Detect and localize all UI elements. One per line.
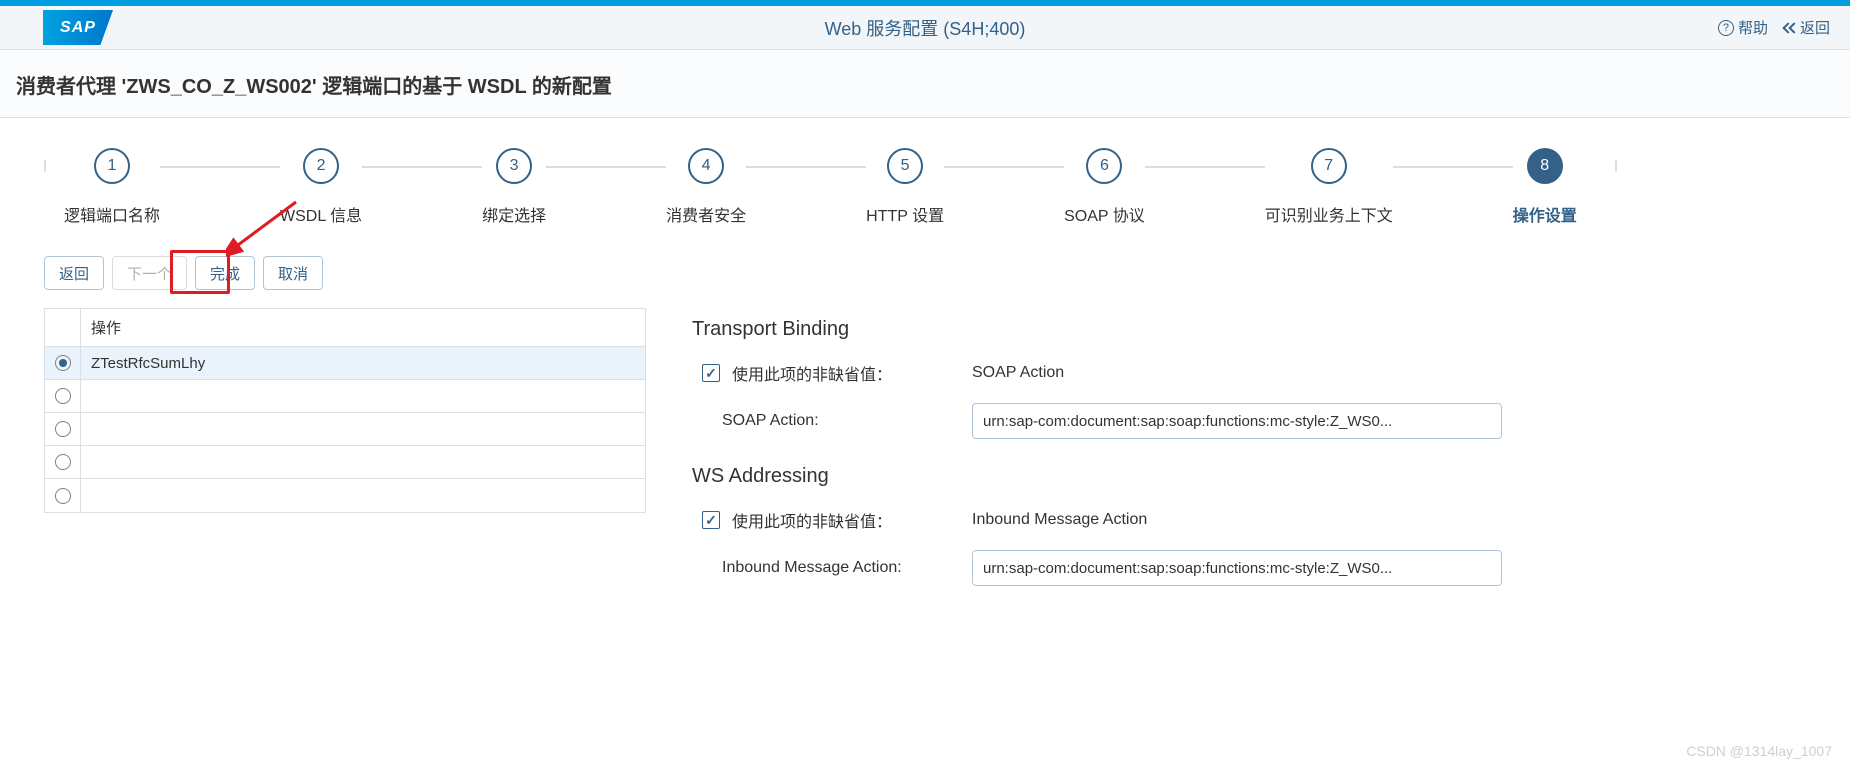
wizard-step-label: 操作设置 (1513, 202, 1577, 226)
inbound-action-input[interactable]: urn:sap-com:document:sap:soap:functions:… (972, 550, 1502, 586)
wizard-step-label: 可识别业务上下文 (1265, 202, 1393, 226)
wizard-step-2[interactable]: 2 WSDL 信息 (280, 148, 362, 226)
content-area: 操作 ZTestRfcSumLhy (0, 308, 1850, 634)
soap-action-input[interactable]: urn:sap-com:document:sap:soap:functions:… (972, 403, 1502, 439)
wizard-step-8[interactable]: 8 操作设置 (1513, 148, 1577, 226)
sap-logo: SAP (43, 10, 113, 45)
table-row[interactable] (45, 380, 645, 413)
wizard-step-label: 逻辑端口名称 (64, 202, 160, 226)
radio-icon[interactable] (55, 488, 71, 504)
operations-table: 操作 ZTestRfcSumLhy (44, 308, 646, 513)
settings-panel: Transport Binding ✓ 使用此项的非缺省值： SOAP Acti… (692, 308, 1806, 604)
wizard-step-3[interactable]: 3 绑定选择 (482, 148, 546, 226)
table-row[interactable]: ZTestRfcSumLhy (45, 347, 645, 380)
back-label: 返回 (1800, 17, 1830, 38)
next-button: 下一个 (112, 256, 187, 290)
finish-button[interactable]: 完成 (195, 256, 255, 290)
shell-title: Web 服务配置 (S4H;400) (0, 15, 1850, 41)
wizard-button-row: 返回 下一个 完成 取消 (0, 246, 1850, 308)
wizard-progress: 1 逻辑端口名称 2 WSDL 信息 3 绑定选择 4 消费者安全 5 HTTP… (0, 118, 1850, 246)
help-label: 帮助 (1738, 17, 1768, 38)
column-header-operation: 操作 (81, 309, 645, 346)
wizard-step-number: 3 (496, 148, 532, 184)
radio-icon[interactable] (55, 388, 71, 404)
wizard-step-6[interactable]: 6 SOAP 协议 (1064, 148, 1145, 226)
wizard-step-number: 4 (688, 148, 724, 184)
back-link[interactable]: 返回 (1784, 17, 1830, 38)
wizard-step-label: 绑定选择 (482, 202, 546, 226)
wizard-step-number: 1 (94, 148, 130, 184)
checkbox-soap-action-nondefault[interactable]: ✓ (702, 364, 720, 382)
table-row[interactable] (45, 413, 645, 446)
section-title-ws-addressing: WS Addressing (692, 465, 1806, 488)
radio-icon[interactable] (55, 454, 71, 470)
operations-panel: 操作 ZTestRfcSumLhy (44, 308, 646, 604)
wizard-step-label: 消费者安全 (666, 202, 746, 226)
wizard-step-5[interactable]: 5 HTTP 设置 (866, 148, 944, 226)
wizard-step-1[interactable]: 1 逻辑端口名称 (64, 148, 160, 226)
page-title: 消费者代理 'ZWS_CO_Z_WS002' 逻辑端口的基于 WSDL 的新配置 (0, 50, 1850, 118)
checkbox-label: 使用此项的非缺省值： (732, 361, 892, 385)
chevrons-left-icon (1784, 24, 1796, 32)
nondefault-target: Inbound Message Action (972, 511, 1147, 529)
nondefault-target: SOAP Action (972, 364, 1064, 382)
wizard-step-7[interactable]: 7 可识别业务上下文 (1265, 148, 1393, 226)
checkbox-inbound-nondefault[interactable]: ✓ (702, 511, 720, 529)
inbound-action-label: Inbound Message Action: (692, 559, 972, 577)
checkbox-label: 使用此项的非缺省值： (732, 508, 892, 532)
back-button[interactable]: 返回 (44, 256, 104, 290)
table-header-row: 操作 (45, 309, 645, 347)
table-row[interactable] (45, 446, 645, 479)
wizard-step-number: 5 (887, 148, 923, 184)
wizard-step-label: SOAP 协议 (1064, 202, 1145, 226)
wizard-step-number: 8 (1527, 148, 1563, 184)
section-title-transport: Transport Binding (692, 318, 1806, 341)
wizard-step-label: WSDL 信息 (280, 202, 362, 226)
help-link[interactable]: ? 帮助 (1718, 17, 1768, 38)
wizard-step-label: HTTP 设置 (866, 202, 944, 226)
wizard-step-4[interactable]: 4 消费者安全 (666, 148, 746, 226)
watermark: CSDN @1314lay_1007 (1686, 743, 1832, 759)
operation-name: ZTestRfcSumLhy (81, 355, 645, 372)
table-row[interactable] (45, 479, 645, 512)
shell-bar: SAP Web 服务配置 (S4H;400) ? 帮助 返回 (0, 6, 1850, 50)
radio-icon[interactable] (55, 421, 71, 437)
wizard-step-number: 6 (1086, 148, 1122, 184)
wizard-step-number: 7 (1311, 148, 1347, 184)
help-icon: ? (1718, 20, 1734, 36)
radio-icon[interactable] (55, 355, 71, 371)
cancel-button[interactable]: 取消 (263, 256, 323, 290)
wizard-step-number: 2 (303, 148, 339, 184)
soap-action-label: SOAP Action: (692, 412, 972, 430)
